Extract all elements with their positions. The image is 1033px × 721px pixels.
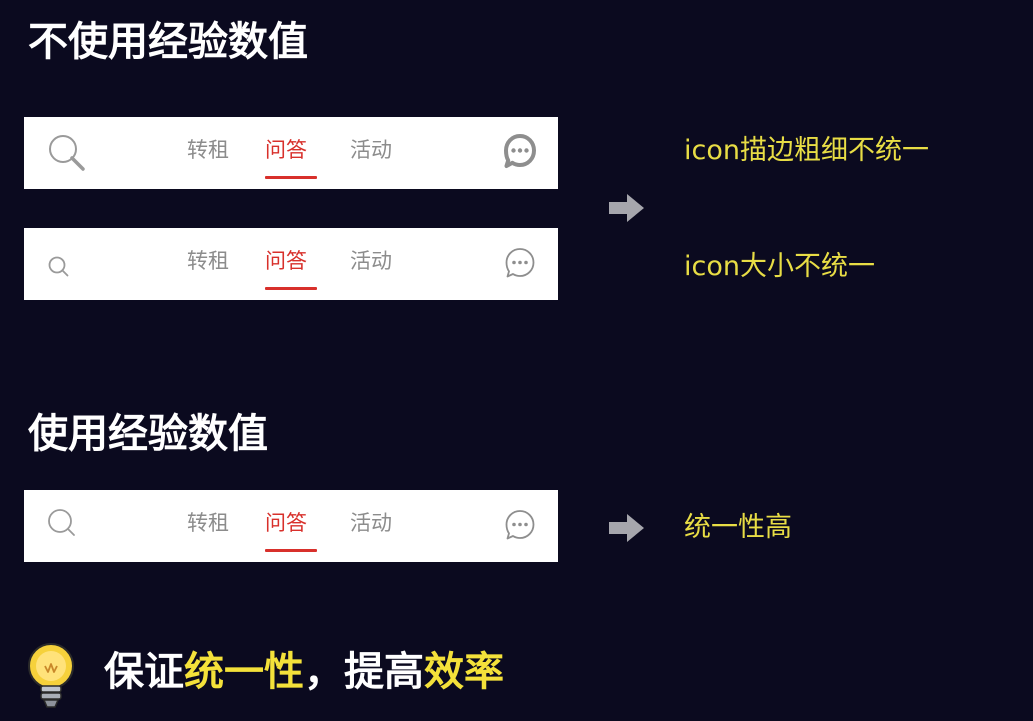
navbar-example-stroke: 转租 问答 活动: [24, 117, 558, 189]
tab-qa[interactable]: 问答: [265, 135, 307, 165]
navbar-example-size: 转租 问答 活动: [24, 228, 558, 300]
active-tab-indicator: [265, 287, 317, 290]
tab-sublet[interactable]: 转租: [187, 246, 229, 276]
note-size-inconsistent: icon大小不统一: [684, 251, 875, 282]
search-icon[interactable]: [24, 490, 114, 562]
tab-qa[interactable]: 问答: [265, 246, 307, 276]
note-consistent: 统一性高: [684, 512, 792, 543]
note-stroke-inconsistent: icon描边粗细不统一: [684, 135, 929, 166]
tip-part-efficiency: 效率: [424, 649, 504, 695]
chat-bubble-icon[interactable]: [478, 490, 558, 562]
tab-events[interactable]: 活动: [350, 135, 392, 165]
tip-part-consistency: 统一性: [184, 649, 304, 695]
search-icon[interactable]: [24, 117, 114, 189]
tab-sublet[interactable]: 转租: [187, 135, 229, 165]
lightbulb-icon: [28, 643, 74, 708]
tip-part-improve: ，提高: [304, 649, 424, 695]
arrow-right-icon: [609, 194, 644, 222]
chat-bubble-icon[interactable]: [478, 228, 558, 300]
arrow-right-icon: [609, 514, 644, 542]
tab-sublet[interactable]: 转租: [187, 508, 229, 538]
tab-events[interactable]: 活动: [350, 246, 392, 276]
active-tab-indicator: [265, 549, 317, 552]
search-icon[interactable]: [24, 228, 114, 300]
tab-events[interactable]: 活动: [350, 508, 392, 538]
section-title-good: 使用经验数值: [28, 411, 268, 457]
tab-qa[interactable]: 问答: [265, 508, 307, 538]
chat-bubble-icon[interactable]: [478, 117, 558, 189]
tip-part-ensure: 保证: [104, 649, 184, 695]
section-title-bad: 不使用经验数值: [28, 19, 308, 65]
tip-text: 保证统一性，提高效率: [104, 652, 504, 692]
navbar-example-consistent: 转租 问答 活动: [24, 490, 558, 562]
active-tab-indicator: [265, 176, 317, 179]
